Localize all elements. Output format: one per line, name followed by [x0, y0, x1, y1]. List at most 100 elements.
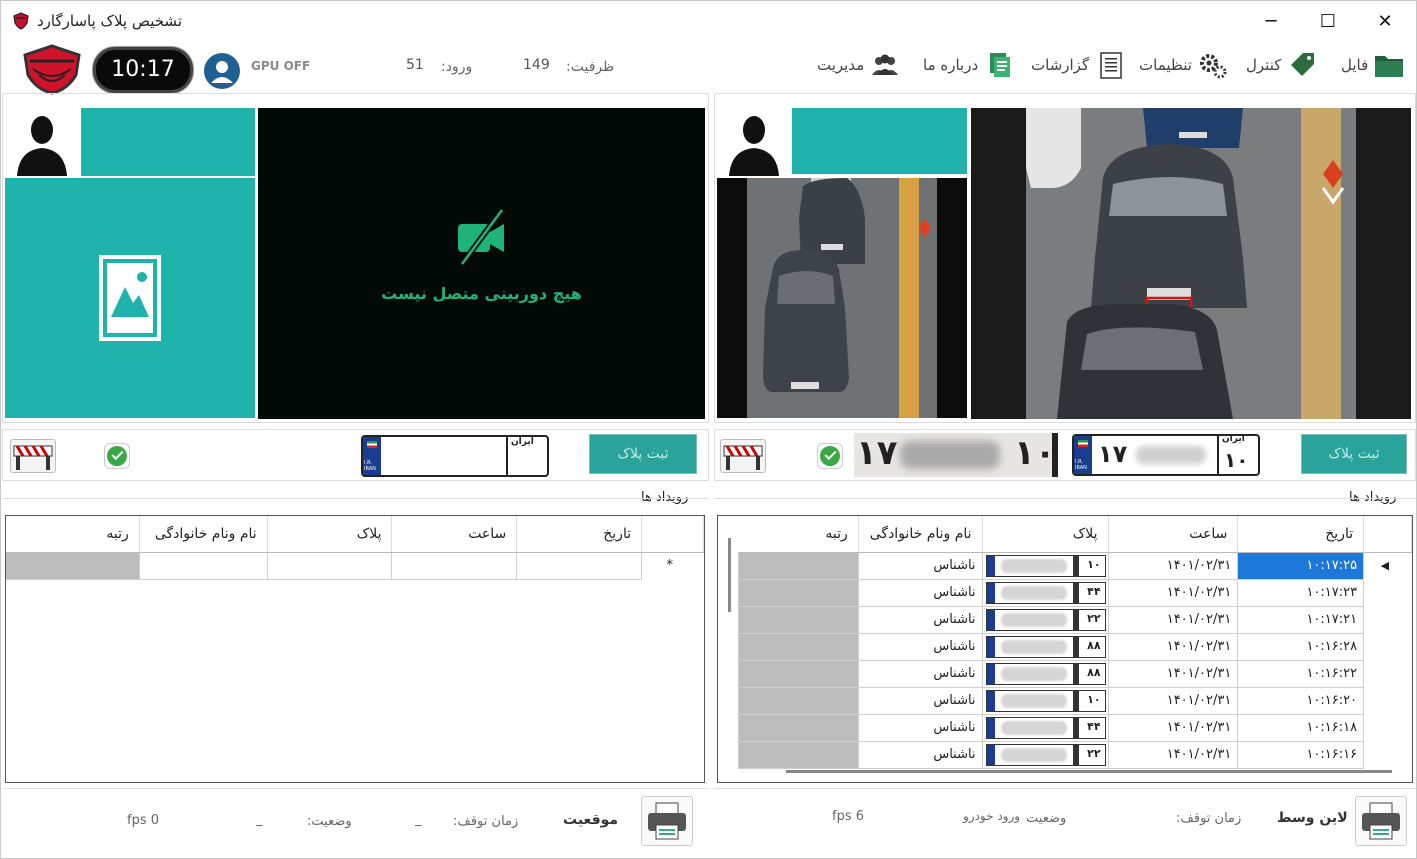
cell-plate[interactable]: ۱۰ — [981, 551, 1109, 580]
menu-reports[interactable]: گزارشات — [1031, 49, 1125, 81]
cell-date[interactable]: ۱۰:۱۶:۲۸ — [1237, 632, 1365, 661]
window-title: تشخیص پلاک پاسارگارد — [37, 12, 182, 30]
user-avatar-icon[interactable] — [204, 53, 240, 89]
menu-control[interactable]: کنترل — [1246, 49, 1317, 81]
table-row[interactable]: ۱۰:۱۷:۲۳ ۱۴۰۱/۰۲/۳۱ ۴۴ ناشناس — [738, 578, 1412, 607]
right-checkmark-icon[interactable] — [817, 443, 843, 469]
cell-name[interactable]: ناشناس — [857, 740, 983, 769]
row-header-cell[interactable] — [1364, 660, 1412, 687]
col-rank[interactable]: رتبه — [738, 516, 859, 553]
cell-time[interactable]: ۱۴۰۱/۰۲/۳۱ — [1107, 551, 1239, 580]
horizontal-scrollbar[interactable] — [786, 770, 1392, 773]
barrier-gate-icon[interactable] — [10, 439, 56, 473]
plate-thumbnail: ۴۴ — [985, 716, 1106, 739]
left-checkmark-icon[interactable] — [104, 443, 130, 469]
cell-plate[interactable]: ۲۲ — [981, 605, 1109, 634]
left-register-plate-button[interactable]: ثبت پلاک — [589, 434, 697, 474]
cell-time[interactable]: ۱۴۰۱/۰۲/۳۱ — [1107, 686, 1239, 715]
cell-name[interactable]: ناشناس — [857, 605, 983, 634]
cell-date[interactable]: ۱۰:۱۶:۲۲ — [1237, 659, 1365, 688]
cell-time[interactable]: ۱۴۰۱/۰۲/۳۱ — [1107, 605, 1239, 634]
cell-name[interactable]: ناشناس — [857, 659, 983, 688]
cell-rank[interactable] — [738, 632, 859, 661]
cell-plate[interactable]: ۸۸ — [981, 632, 1109, 661]
cell-plate[interactable]: ۸۸ — [981, 659, 1109, 688]
cell-name[interactable]: ناشناس — [857, 578, 983, 607]
minimize-button[interactable]: ─ — [1248, 7, 1294, 37]
cell-rank[interactable] — [738, 659, 859, 688]
table-row[interactable]: ۱۰:۱۶:۲۸ ۱۴۰۱/۰۲/۳۱ ۸۸ ناشناس — [738, 632, 1412, 661]
cell-date[interactable]: ۱۰:۱۷:۲۵ — [1237, 551, 1365, 580]
left-events-table[interactable]: تاریخ ساعت پلاک نام ونام خانوادگی رتبه * — [5, 515, 705, 783]
printer-icon[interactable] — [641, 796, 693, 846]
printer-icon[interactable] — [1355, 796, 1407, 846]
no-camera-message: هیچ دوربینی متصل نیست — [381, 284, 582, 303]
col-name[interactable]: نام ونام خانوادگی — [858, 516, 983, 553]
cell-rank[interactable] — [738, 551, 859, 580]
clock-display: 10:17 — [93, 47, 193, 93]
table-row[interactable]: ◀ ۱۰:۱۷:۲۵ ۱۴۰۱/۰۲/۳۱ ۱۰ ناشناس — [738, 551, 1412, 580]
col-name[interactable]: نام ونام خانوادگی — [139, 516, 268, 553]
cell-name[interactable]: ناشناس — [857, 713, 983, 742]
col-rank[interactable]: رتبه — [6, 516, 140, 553]
tag-icon — [1291, 53, 1315, 76]
row-header-cell[interactable] — [1364, 687, 1412, 714]
barrier-gate-icon[interactable] — [720, 439, 766, 473]
plate-thumbnail: ۲۲ — [985, 608, 1106, 631]
cell-rank[interactable] — [738, 740, 859, 769]
cell-time[interactable]: ۱۴۰۱/۰۲/۳۱ — [1107, 659, 1239, 688]
left-camera-view: هیچ دوربینی متصل نیست — [258, 108, 705, 419]
col-date[interactable]: تاریخ — [516, 516, 643, 553]
cell-name[interactable]: ناشناس — [857, 632, 983, 661]
maximize-button[interactable]: ☐ — [1305, 7, 1351, 37]
row-header-cell[interactable]: ◀ — [1364, 552, 1412, 579]
table-row[interactable]: ۱۰:۱۶:۱۸ ۱۴۰۱/۰۲/۳۱ ۴۴ ناشناس — [738, 713, 1412, 742]
cell-plate[interactable]: ۴۴ — [981, 578, 1109, 607]
cell-rank[interactable] — [738, 686, 859, 715]
cell-date[interactable]: ۱۰:۱۷:۲۱ — [1237, 605, 1365, 634]
col-plate[interactable]: پلاک — [982, 516, 1109, 553]
cell-time[interactable]: ۱۴۰۱/۰۲/۳۱ — [1107, 740, 1239, 769]
col-plate[interactable]: پلاک — [267, 516, 393, 553]
plate-thumbnail: ۴۴ — [985, 581, 1106, 604]
cell-rank[interactable] — [738, 578, 859, 607]
new-row[interactable]: * — [6, 551, 704, 580]
cell-time[interactable]: ۱۴۰۱/۰۲/۳۱ — [1107, 578, 1239, 607]
row-header-cell[interactable] — [1364, 741, 1412, 768]
col-time[interactable]: ساعت — [391, 516, 518, 553]
cell-date[interactable]: ۱۰:۱۷:۲۳ — [1237, 578, 1365, 607]
right-events-table[interactable]: تاریخ ساعت پلاک نام ونام خانوادگی رتبه ◀… — [717, 515, 1413, 783]
menu-management[interactable]: مدیریت — [817, 49, 900, 81]
report-clipboard-icon — [1100, 52, 1122, 79]
col-time[interactable]: ساعت — [1108, 516, 1239, 553]
row-header-cell[interactable] — [1364, 606, 1412, 633]
cell-rank[interactable] — [738, 713, 859, 742]
cell-rank[interactable] — [738, 605, 859, 634]
cell-name[interactable]: ناشناس — [857, 686, 983, 715]
menu-settings[interactable]: تنظیمات — [1139, 49, 1228, 81]
cell-date[interactable]: ۱۰:۱۶:۱۸ — [1237, 713, 1365, 742]
cell-date[interactable]: ۱۰:۱۶:۲۰ — [1237, 686, 1365, 715]
cell-time[interactable]: ۱۴۰۱/۰۲/۳۱ — [1107, 632, 1239, 661]
col-date[interactable]: تاریخ — [1237, 516, 1365, 553]
close-button[interactable]: ✕ — [1362, 7, 1408, 37]
cell-date[interactable]: ۱۰:۱۶:۱۶ — [1237, 740, 1365, 769]
cell-plate[interactable]: ۲۲ — [981, 740, 1109, 769]
row-header-cell[interactable] — [1364, 714, 1412, 741]
right-camera-view — [971, 108, 1411, 419]
menu-file[interactable]: فایل — [1341, 49, 1404, 81]
table-row[interactable]: ۱۰:۱۶:۲۲ ۱۴۰۱/۰۲/۳۱ ۸۸ ناشناس — [738, 659, 1412, 688]
row-header-cell[interactable] — [1364, 579, 1412, 606]
right-register-plate-button[interactable]: ثبت پلاک — [1301, 434, 1407, 474]
row-header-cell[interactable] — [1364, 633, 1412, 660]
table-row[interactable]: ۱۰:۱۷:۲۱ ۱۴۰۱/۰۲/۳۱ ۲۲ ناشناس — [738, 605, 1412, 634]
cell-plate[interactable]: ۱۰ — [981, 686, 1109, 715]
table-row[interactable]: ۱۰:۱۶:۱۶ ۱۴۰۱/۰۲/۳۱ ۲۲ ناشناس — [738, 740, 1412, 769]
capacity-label: ظرفیت: — [566, 59, 615, 75]
table-row[interactable]: ۱۰:۱۶:۲۰ ۱۴۰۱/۰۲/۳۱ ۱۰ ناشناس — [738, 686, 1412, 715]
cell-name[interactable]: ناشناس — [857, 551, 983, 580]
menu-about[interactable]: درباره ما — [923, 49, 1014, 81]
cell-plate[interactable]: ۴۴ — [981, 713, 1109, 742]
cell-time[interactable]: ۱۴۰۱/۰۲/۳۱ — [1107, 713, 1239, 742]
plate-thumbnail: ۲۲ — [985, 743, 1106, 766]
